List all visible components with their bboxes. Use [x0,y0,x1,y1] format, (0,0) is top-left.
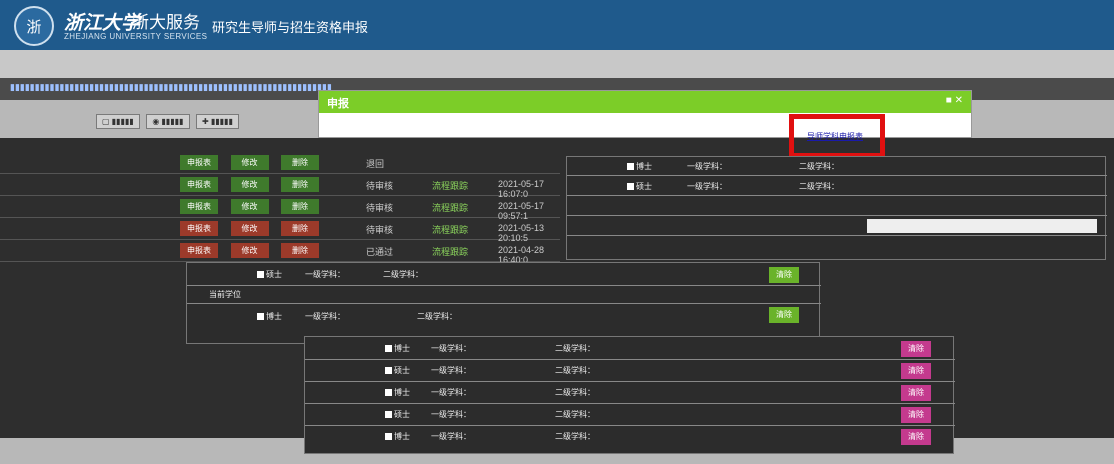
qualification-panel-bottom: 博士 一级学科： 二级学科： 清除 硕士 一级学科： 二级学科： 清除 博士 一… [304,336,955,454]
nav-band [0,50,1114,78]
dialog-title: 申报 [327,98,349,110]
delete-button[interactable]: 删除 [281,155,320,170]
first-level-label: 一级学科： [431,344,471,353]
clear-button[interactable]: 清除 [901,363,931,379]
service-name-en: ZHEJIANG UNIVERSITY SERVICES [64,32,208,41]
table-row: 申报表 修改 删除 待审核 流程跟踪 2021-05-13 20:10:5 [0,218,560,243]
checkbox-doctor[interactable]: 博士 [257,311,282,322]
delete-button[interactable]: 删除 [281,243,320,258]
status-text: 已通过 [366,247,394,257]
first-level-label: 一级学科： [431,366,471,375]
second-level-label: 二级学科： [555,388,595,397]
edit-button[interactable]: 修改 [230,199,269,214]
university-logo-text: 浙江大学 [64,12,141,34]
clear-button[interactable]: 清除 [901,341,931,357]
checkbox-master[interactable]: 硕士 [385,365,410,376]
edit-button[interactable]: 修改 [230,221,269,236]
table-row: 申报表 修改 删除 已通过 流程跟踪 2021-04-28 16:40:0 [0,240,560,265]
process-link[interactable]: 流程跟踪 [432,201,468,214]
edit-button[interactable]: 修改 [230,177,269,192]
dialog-title-bar: 申报 ■ ✕ [319,91,971,113]
current-degree-label: 当前学位 [209,290,241,299]
clear-button[interactable]: 清除 [769,307,799,323]
first-level-label: 一级学科： [687,182,727,191]
edit-button[interactable]: 修改 [230,243,269,258]
first-level-label: 一级学科： [687,162,727,171]
second-level-label: 二级学科： [417,312,457,321]
form-button[interactable]: 申报表 [180,221,218,236]
delete-button[interactable]: 删除 [281,199,320,214]
process-link[interactable]: 流程跟踪 [432,179,468,192]
toolbar: ▢ ▮▮▮▮▮ ◉ ▮▮▮▮▮ ✚ ▮▮▮▮▮ [96,114,243,129]
qualification-panel-right: 博士 一级学科： 二级学科： 硕士 一级学科： 二级学科： [566,156,1107,260]
highlight-box [789,114,885,158]
status-text: 待审核 [366,181,394,191]
university-seal-icon: 浙 [14,6,54,46]
table-row: 申报表 修改 删除 待审核 流程跟踪 2021-05-17 09:57:1 [0,196,560,221]
checkbox-master[interactable]: 硕士 [627,181,652,192]
form-button[interactable]: 申报表 [180,243,218,258]
process-link[interactable]: 流程跟踪 [432,223,468,236]
form-button[interactable]: 申报表 [180,155,218,170]
table-row: 申报表 修改 删除 退回 [0,152,560,174]
qualification-panel-middle: 当前学位 硕士 一级学科： 二级学科： 清除 博士 一级学科： 二级学科： 清除 [186,262,821,344]
dialog-close-icon[interactable]: ■ ✕ [946,95,963,106]
first-level-label: 一级学科： [305,270,345,279]
toolbar-button-2[interactable]: ◉ ▮▮▮▮▮ [146,114,190,129]
edit-button[interactable]: 修改 [230,155,269,170]
second-level-label: 二级学科： [555,410,595,419]
service-name: 浙大服务 [132,13,200,32]
status-text: 待审核 [366,203,394,213]
checkbox-master[interactable]: 硕士 [385,409,410,420]
clear-button[interactable]: 清除 [901,429,931,445]
process-link[interactable]: 流程跟踪 [432,245,468,258]
checkbox-doctor[interactable]: 博士 [385,343,410,354]
clear-button[interactable]: 清除 [901,385,931,401]
app-title: 研究生导师与招生资格申报 [212,20,369,35]
status-text: 退回 [366,159,385,169]
toolbar-button-1[interactable]: ▢ ▮▮▮▮▮ [96,114,140,129]
first-level-label: 一级学科： [431,410,471,419]
first-level-label: 一级学科： [431,388,471,397]
first-level-label: 一级学科： [431,432,471,441]
status-text: 待审核 [366,225,394,235]
toolbar-button-3[interactable]: ✚ ▮▮▮▮▮ [196,114,239,129]
app-header: 浙 浙江大学 浙大服务 ZHEJIANG UNIVERSITY SERVICES… [0,0,1114,50]
second-level-label: 二级学科： [555,366,595,375]
form-button[interactable]: 申报表 [180,177,218,192]
subject-input[interactable] [867,219,1097,233]
checkbox-master[interactable]: 硕士 [257,269,282,280]
second-level-label: 二级学科： [799,182,839,191]
checkbox-doctor[interactable]: 博士 [627,161,652,172]
checkbox-doctor[interactable]: 博士 [385,387,410,398]
second-level-label: 二级学科： [555,432,595,441]
delete-button[interactable]: 删除 [281,221,320,236]
delete-button[interactable]: 删除 [281,177,320,192]
second-level-label: 二级学科： [799,162,839,171]
second-level-label: 二级学科： [383,270,423,279]
second-level-label: 二级学科： [555,344,595,353]
table-row: 申报表 修改 删除 待审核 流程跟踪 2021-05-17 16:07:0 [0,174,560,199]
clear-button[interactable]: 清除 [901,407,931,423]
clear-button[interactable]: 清除 [769,267,799,283]
form-button[interactable]: 申报表 [180,199,218,214]
checkbox-doctor[interactable]: 博士 [385,431,410,442]
first-level-label: 一级学科： [305,312,345,321]
